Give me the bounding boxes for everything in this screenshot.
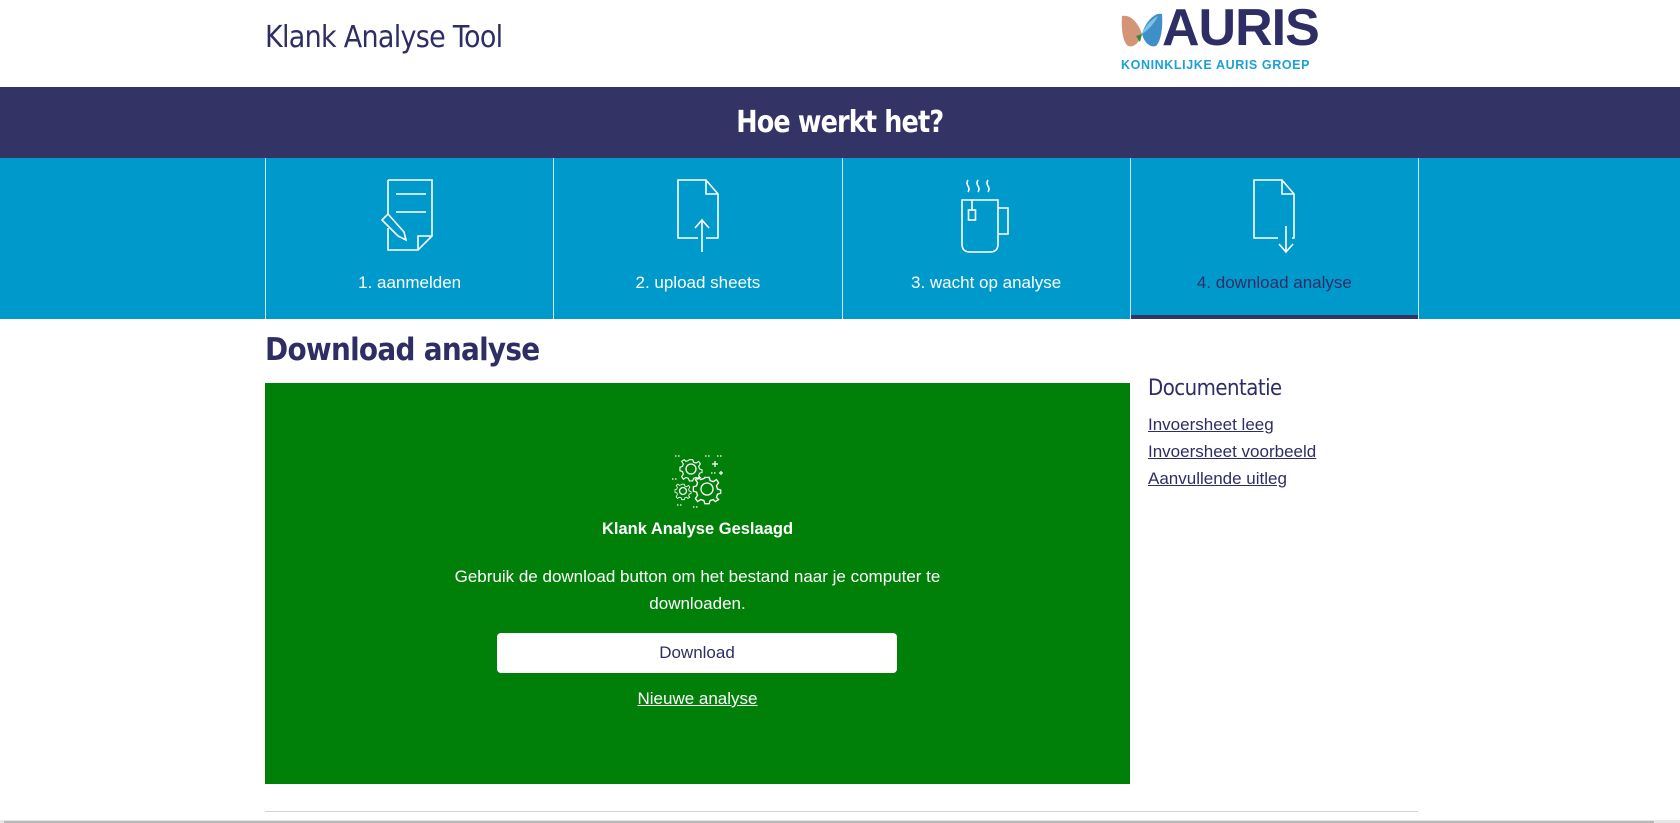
- file-upload-icon: [677, 179, 719, 252]
- step-wacht-op-analyse[interactable]: 3. wacht op analyse: [843, 158, 1131, 319]
- steps-list: 1. aanmelden 2. upload sheets 3. wacht o…: [265, 158, 1419, 319]
- mug-icon: [961, 179, 1009, 253]
- logo-subtitle: KONINKLIJKE AURIS GROEP: [1121, 58, 1311, 72]
- auris-logo[interactable]: AURIS KONINKLIJKE AURIS GROEP: [1120, 0, 1320, 74]
- link-invoersheet-voorbeeld[interactable]: Invoersheet voorbeeld: [1148, 438, 1418, 465]
- step-label: 2. upload sheets: [635, 273, 761, 292]
- result-title: Klank Analyse Geslaagd: [601, 520, 794, 538]
- steps-nav: 1. aanmelden 2. upload sheets 3. wacht o…: [0, 158, 1680, 319]
- footer-divider: [265, 811, 1418, 812]
- documentation-title: Documentatie: [1148, 376, 1282, 401]
- how-it-works-title: Hoe werkt het?: [736, 105, 944, 140]
- step-aanmelden[interactable]: 1. aanmelden: [266, 158, 555, 319]
- step-label: 4. download analyse: [1196, 273, 1352, 292]
- analysis-success-panel: Klank Analyse Geslaagd Gebruik de downlo…: [265, 383, 1130, 784]
- how-it-works-banner: Hoe werkt het?: [0, 87, 1680, 158]
- document-pen-icon: [380, 179, 433, 251]
- step-label: 3. wacht op analyse: [910, 273, 1062, 292]
- download-button[interactable]: Download: [497, 633, 897, 673]
- step-label: 1. aanmelden: [358, 273, 462, 292]
- file-download-icon: [1253, 179, 1296, 254]
- site-header: Klank Analyse Tool AURIS KONINKLIJKE AUR…: [0, 0, 1680, 87]
- result-description: Gebruik de download button om het bestan…: [454, 567, 941, 613]
- step-upload-sheets[interactable]: 2. upload sheets: [554, 158, 843, 319]
- page-title: Download analyse: [265, 332, 540, 368]
- documentation-sidebar: Documentatie Invoersheet leeg Invoershee…: [1148, 376, 1418, 492]
- auris-logo-mark-icon: [1121, 13, 1163, 47]
- gears-icon: [672, 455, 723, 508]
- app-title: Klank Analyse Tool: [265, 20, 503, 55]
- link-invoersheet-leeg[interactable]: Invoersheet leeg: [1148, 411, 1418, 438]
- logo-wordmark: AURIS: [1162, 0, 1320, 57]
- step-download-analyse[interactable]: 4. download analyse: [1130, 158, 1419, 319]
- new-analysis-link[interactable]: Nieuwe analyse: [265, 689, 1130, 709]
- link-aanvullende-uitleg[interactable]: Aanvullende uitleg: [1148, 465, 1418, 492]
